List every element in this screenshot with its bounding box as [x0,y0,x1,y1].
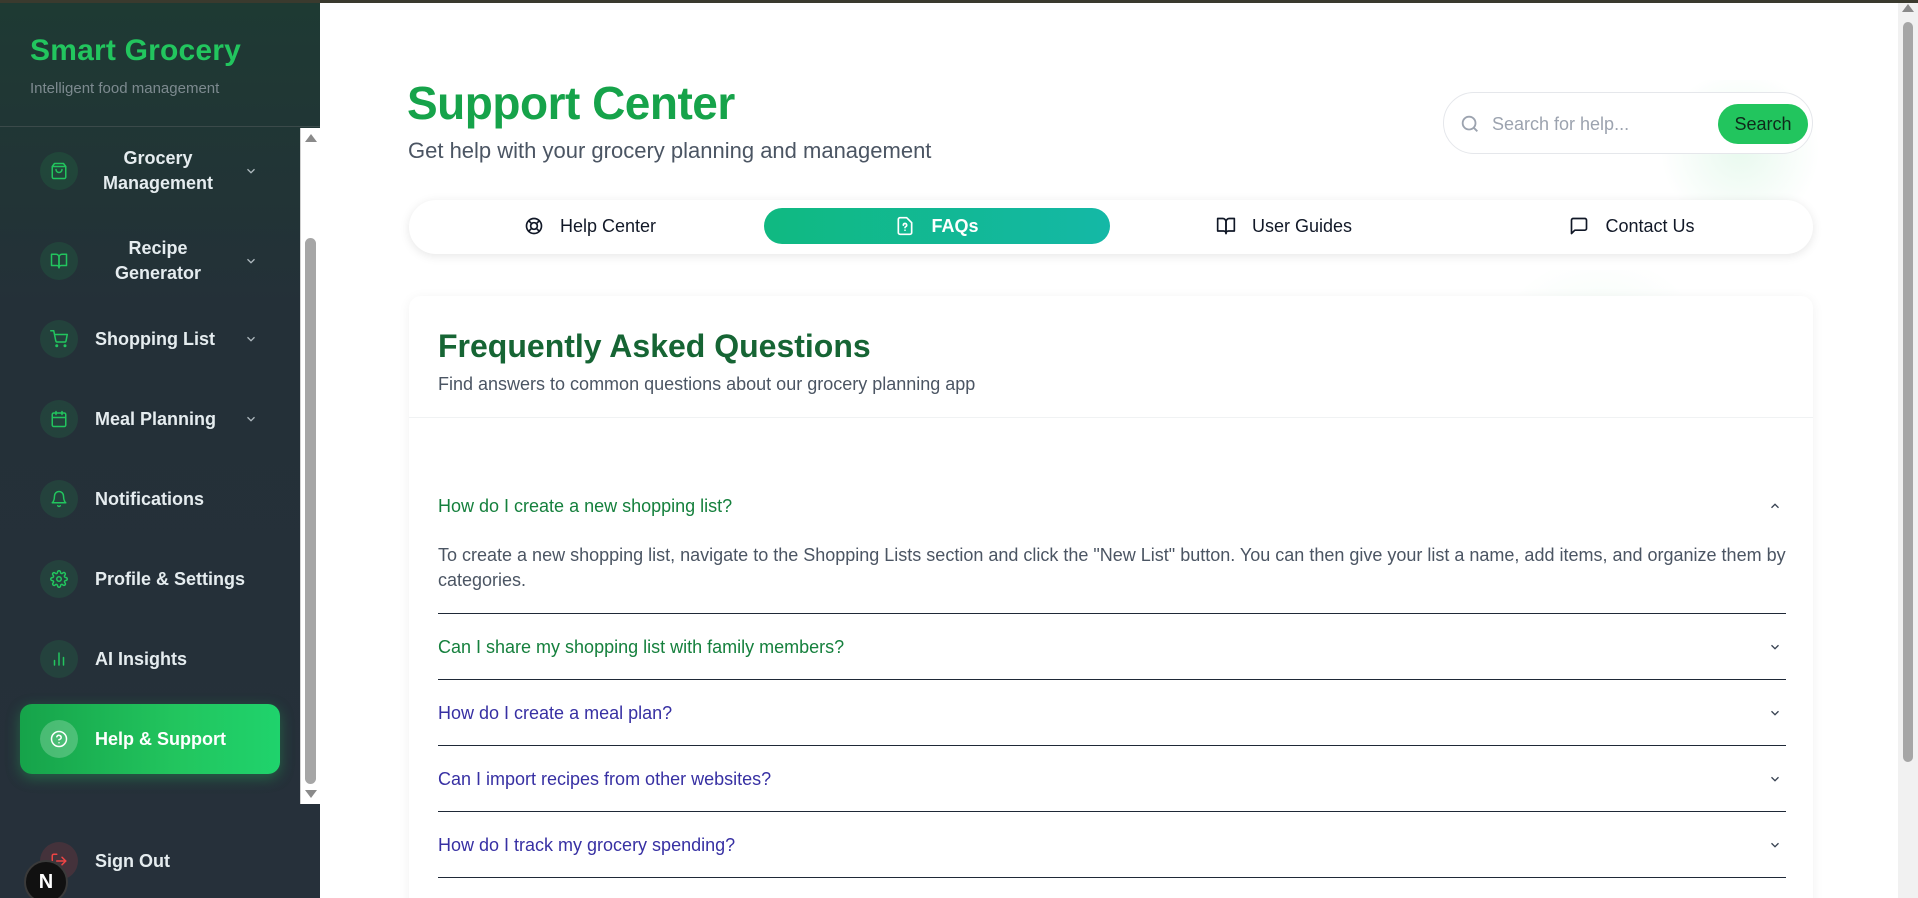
chevron-down-icon[interactable] [1768,706,1782,720]
faq-question[interactable]: How do I create a new shopping list? [438,496,732,517]
faq-item[interactable]: How do I track my grocery spending? [438,812,1786,878]
faq-title: Frequently Asked Questions [438,328,871,364]
window-top-border [0,0,1918,3]
faq-item[interactable]: How do I create a new shopping list? To … [438,482,1786,614]
faq-card: Frequently Asked Questions Find answers … [409,296,1813,898]
chevron-down-icon[interactable] [1768,640,1782,654]
tab-user-guides[interactable]: User Guides [1111,208,1457,244]
sidebar-item-label: AI Insights [95,648,188,669]
scroll-up-arrow[interactable] [1902,4,1914,12]
sidebar-item-label: Recipe Generator [114,238,202,283]
chevron-down-icon[interactable] [1768,772,1782,786]
app-tagline: Intelligent food management [30,80,220,97]
sidebar-item-shopping-list[interactable]: Shopping List [20,304,280,374]
chevron-down-icon[interactable] [244,412,258,426]
faq-item[interactable]: Can I import recipes from other websites… [438,746,1786,812]
chevron-down-icon[interactable] [244,332,258,346]
sidebar-item-label: Notifications [95,488,205,509]
faq-question[interactable]: Can I share my shopping list with family… [438,637,844,658]
faq-item[interactable]: Can I share my shopping list with family… [438,614,1786,680]
help-circle-icon [40,720,78,758]
sidebar-item-help-support[interactable]: Help & Support [20,704,280,774]
bell-icon [40,480,78,518]
sidebar-item-meal-planning[interactable]: Meal Planning [20,384,280,454]
search-button[interactable]: Search [1718,104,1808,144]
dev-tools-badge[interactable]: N [24,860,68,898]
faq-description: Find answers to common questions about o… [438,374,976,394]
lifebuoy-icon [525,217,543,235]
support-tabs: Help Center FAQs User Guides Contact Us [409,200,1813,254]
tab-label: FAQs [931,215,979,236]
sidebar-item-ai-insights[interactable]: AI Insights [20,624,280,694]
page-scrollbar[interactable] [1898,0,1918,898]
search-icon [1459,113,1481,135]
page-title: Support Center [407,77,735,129]
message-square-icon [1571,217,1588,235]
chevron-down-icon[interactable] [244,254,258,268]
scroll-up-arrow[interactable] [305,134,317,142]
chevron-down-icon[interactable] [244,164,258,178]
tab-label: Contact Us [1605,215,1695,236]
sidebar-item-label: Shopping List [95,328,215,349]
sidebar-divider [0,126,320,127]
tab-contact-us[interactable]: Contact Us [1459,208,1805,244]
chevron-down-icon[interactable] [1768,838,1782,852]
faq-question[interactable]: Can I import recipes from other websites… [438,769,771,790]
bar-chart-icon [40,640,78,678]
file-question-icon [897,216,913,236]
faq-question[interactable]: How do I track my grocery spending? [438,835,735,856]
calendar-icon [40,400,78,438]
chevron-up-icon[interactable] [1768,499,1782,513]
sidebar-item-profile-settings[interactable]: Profile & Settings [20,544,280,614]
sidebar-item-label: Grocery Management [102,148,214,193]
gear-icon [40,560,78,598]
faq-question[interactable]: How do I create a meal plan? [438,703,672,724]
scroll-thumb[interactable] [1903,22,1913,762]
sidebar-scrollbar[interactable] [300,128,320,804]
sidebar-item-label: Help & Support [95,728,226,749]
search-input[interactable] [1492,107,1712,141]
book-open-icon [40,242,78,280]
sidebar-item-label: Profile & Settings [95,568,246,589]
sidebar-nav: Grocery Management Recipe Generator Shop… [0,128,300,804]
sidebar-item-label: Meal Planning [95,408,217,429]
app-brand[interactable]: Smart Grocery [30,34,241,68]
faq-item[interactable]: How do I create a meal plan? [438,680,1786,746]
sign-out-label: Sign Out [95,850,170,871]
cart-icon [40,320,78,358]
scroll-down-arrow[interactable] [305,790,317,798]
sidebar-item-grocery-management[interactable]: Grocery Management [20,136,280,206]
page-subtitle: Get help with your grocery planning and … [408,138,932,163]
help-search-box: Search [1443,92,1813,154]
shopping-bag-icon [40,152,78,190]
sidebar-item-notifications[interactable]: Notifications [20,464,280,534]
main-content: Support Center Get help with your grocer… [320,0,1918,898]
faq-answer: To create a new shopping list, navigate … [438,545,1786,590]
tab-faqs[interactable]: FAQs [764,208,1110,244]
tab-label: User Guides [1251,215,1353,236]
scroll-thumb[interactable] [305,238,316,784]
book-open-icon [1216,217,1236,235]
sidebar-item-recipe-generator[interactable]: Recipe Generator [20,226,280,296]
sidebar: Smart Grocery Intelligent food managemen… [0,0,320,898]
tab-help-center[interactable]: Help Center [417,208,763,244]
faq-header: Frequently Asked Questions Find answers … [409,296,1813,418]
tab-label: Help Center [559,215,657,236]
